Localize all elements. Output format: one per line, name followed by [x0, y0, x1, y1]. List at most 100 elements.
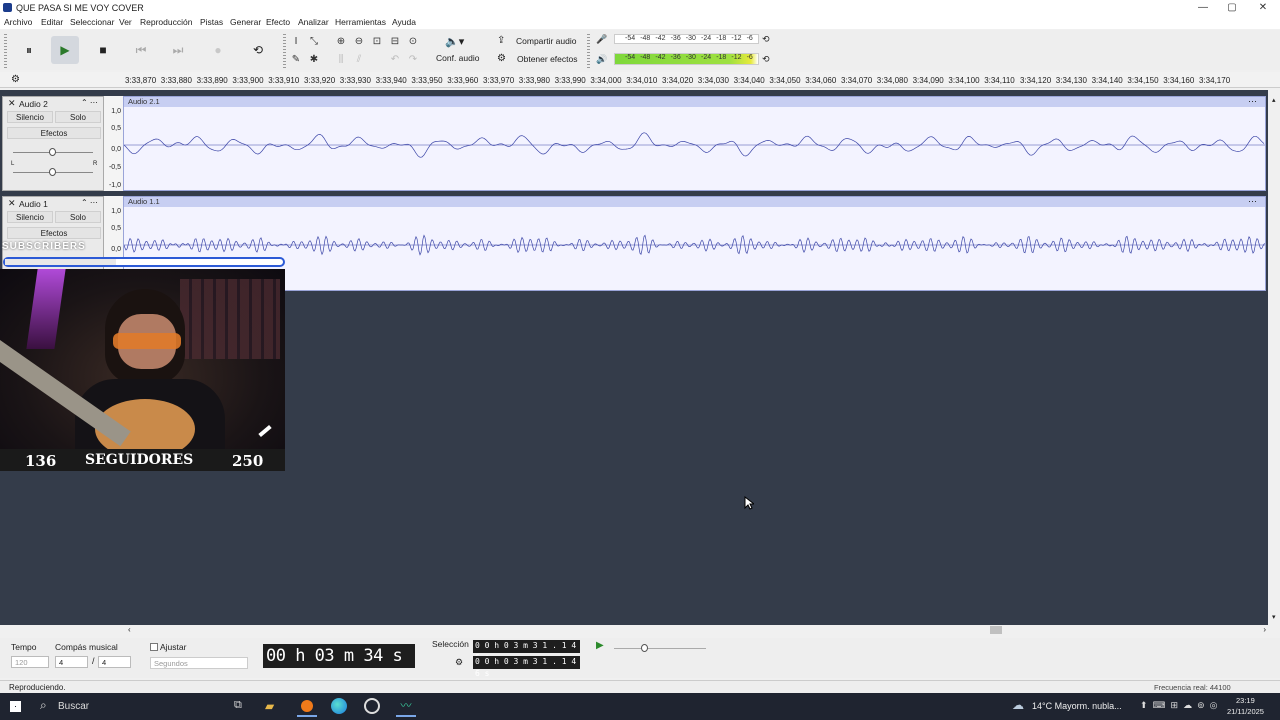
collapse-icon[interactable]: ⌃ ⋯	[81, 98, 98, 107]
collapse-icon[interactable]: ⌃ ⋯	[81, 198, 98, 207]
audio-app-icon[interactable]: 〰	[396, 697, 416, 717]
menu-reproduccion[interactable]: Reproducción	[140, 17, 192, 27]
audio-setup-label[interactable]: Conf. audio	[436, 53, 479, 63]
tray-icons[interactable]: ⬆⌨⊞☁⊚◎	[1140, 700, 1222, 711]
draw-tool-icon[interactable]: ✎	[288, 51, 304, 67]
snap-unit-select[interactable]: Segundos	[150, 657, 248, 669]
multi-tool-icon[interactable]: ✱	[306, 51, 322, 67]
signature-denominator[interactable]: 4	[98, 656, 131, 668]
time-display[interactable]: 00 h 03 m 34 s	[263, 644, 415, 668]
selection-tool-icon[interactable]: I	[288, 33, 304, 49]
close-track-icon[interactable]: ✕	[8, 198, 16, 209]
scroll-thumb[interactable]	[990, 626, 1002, 634]
audacity-taskbar-icon[interactable]	[297, 697, 317, 717]
share-icon[interactable]: ⇪	[497, 35, 505, 46]
audio-clip[interactable]: Audio 1.1 ⋯	[123, 196, 1266, 291]
envelope-tool-icon[interactable]: ⤡	[306, 33, 322, 49]
close-track-icon[interactable]: ✕	[8, 98, 16, 109]
menu-analizar[interactable]: Analizar	[298, 17, 329, 27]
weather-text[interactable]: 14°C Mayorm. nubla...	[1032, 701, 1122, 711]
clip-menu-icon[interactable]: ⋯	[1248, 96, 1257, 107]
effects-button[interactable]: Efectos	[7, 127, 101, 139]
toolbar-grip[interactable]	[587, 34, 590, 68]
tempo-input[interactable]: 120	[11, 656, 49, 668]
search-box[interactable]: ⌕ Buscar	[32, 694, 232, 719]
mute-button[interactable]: Silencio	[7, 211, 53, 223]
meter-reset-icon[interactable]: ⟲	[762, 34, 770, 45]
toolbar-grip[interactable]	[283, 34, 286, 68]
speed-slider-thumb[interactable]	[641, 644, 648, 652]
menu-herramientas[interactable]: Herramientas	[335, 17, 386, 27]
skip-start-button[interactable]: ⏮	[127, 36, 155, 64]
share-audio-button[interactable]: Compartir audio	[516, 36, 576, 46]
menu-ver[interactable]: Ver	[119, 17, 132, 27]
scroll-right-icon[interactable]: ›	[1263, 625, 1266, 634]
gear-icon[interactable]: ⚙	[11, 74, 20, 85]
mute-button[interactable]: Silencio	[7, 111, 53, 123]
play-at-speed-icon[interactable]: ▶	[596, 640, 604, 651]
redo-icon[interactable]: ↷	[405, 51, 421, 67]
waveform[interactable]	[124, 207, 1265, 291]
menu-ayuda[interactable]: Ayuda	[392, 17, 416, 27]
effects-icon[interactable]: ⚙	[497, 53, 506, 64]
menu-generar[interactable]: Generar	[230, 17, 261, 27]
selection-start[interactable]: 0 0 h 0 3 m 3 1 . 1 4 6 s	[473, 640, 580, 662]
solo-button[interactable]: Solo	[55, 211, 101, 223]
speaker-icon[interactable]: 🔈▾	[445, 35, 464, 48]
windows-start-icon[interactable]	[10, 701, 21, 712]
get-effects-button[interactable]: Obtener efectos	[517, 54, 577, 64]
zoom-in-icon[interactable]: ⊕	[333, 33, 349, 49]
waveform[interactable]	[124, 107, 1265, 191]
speaker-meter-icon[interactable]: 🔊	[596, 54, 607, 65]
file-explorer-icon[interactable]: ▰	[265, 699, 274, 713]
speed-slider[interactable]	[614, 648, 706, 649]
gain-slider-thumb[interactable]	[49, 148, 56, 156]
clock-time[interactable]: 23:19	[1236, 696, 1255, 705]
solo-button[interactable]: Solo	[55, 111, 101, 123]
clip-menu-icon[interactable]: ⋯	[1248, 196, 1257, 207]
track-name[interactable]: Audio 2	[19, 99, 48, 109]
pan-slider-thumb[interactable]	[49, 168, 56, 176]
scroll-left-icon[interactable]: ‹	[128, 625, 131, 634]
menu-pistas[interactable]: Pistas	[200, 17, 223, 27]
silence-icon[interactable]: ⫽	[351, 51, 367, 67]
zoom-selection-icon[interactable]: ⊡	[369, 33, 385, 49]
undo-icon[interactable]: ↶	[387, 51, 403, 67]
snap-checkbox[interactable]	[150, 643, 158, 651]
scroll-down-icon[interactable]: ▾	[1272, 613, 1276, 621]
menu-editar[interactable]: Editar	[41, 17, 63, 27]
close-button[interactable]: ✕	[1246, 0, 1280, 16]
play-button[interactable]: ▶	[51, 36, 79, 64]
zoom-out-icon[interactable]: ⊖	[351, 33, 367, 49]
stop-button[interactable]: ■	[89, 36, 117, 64]
horizontal-scrollbar[interactable]: ‹ ›	[128, 625, 1268, 635]
edge-icon[interactable]	[331, 698, 347, 714]
clip-header[interactable]: Audio 2.1	[124, 97, 1265, 107]
record-button[interactable]: ●	[204, 36, 232, 64]
pause-button[interactable]: ⏸	[15, 36, 43, 64]
loop-button[interactable]: ⟲	[244, 36, 272, 64]
clip-header[interactable]: Audio 1.1	[124, 197, 1265, 207]
maximize-button[interactable]: ▢	[1215, 0, 1249, 16]
record-meter[interactable]: -54 -48 -42 -36 -30 -24 -18 -12 -6	[614, 34, 759, 44]
skip-end-button[interactable]: ⏭	[164, 36, 192, 64]
signature-numerator[interactable]: 4	[55, 656, 88, 668]
toolbar-grip[interactable]	[4, 34, 7, 68]
menu-efecto[interactable]: Efecto	[266, 17, 290, 27]
effects-button[interactable]: Efectos	[7, 227, 101, 239]
trim-icon[interactable]: ⫼	[333, 51, 349, 67]
task-view-icon[interactable]: ⧉	[234, 699, 242, 712]
clock-date[interactable]: 21/11/2025	[1227, 707, 1264, 716]
scroll-up-icon[interactable]: ▴	[1272, 96, 1276, 104]
meter-reset-icon[interactable]: ⟲	[762, 54, 770, 65]
track-name[interactable]: Audio 1	[19, 199, 48, 209]
menu-seleccionar[interactable]: Seleccionar	[70, 17, 114, 27]
audio-clip[interactable]: Audio 2.1 ⋯	[123, 96, 1266, 191]
menu-archivo[interactable]: Archivo	[4, 17, 32, 27]
zoom-toggle-icon[interactable]: ⊙	[405, 33, 421, 49]
microphone-icon[interactable]: 🎤	[596, 34, 607, 45]
timeline-ruler[interactable]: ⚙ 3:33,870 3:33,880 3:33,890 3:33,900 3:33,9…	[0, 72, 1280, 88]
selection-settings-icon[interactable]: ⚙	[455, 657, 463, 668]
obs-icon[interactable]	[364, 698, 380, 714]
selection-end[interactable]: 0 0 h 0 3 m 3 1 . 1 4 6 s	[473, 656, 580, 678]
